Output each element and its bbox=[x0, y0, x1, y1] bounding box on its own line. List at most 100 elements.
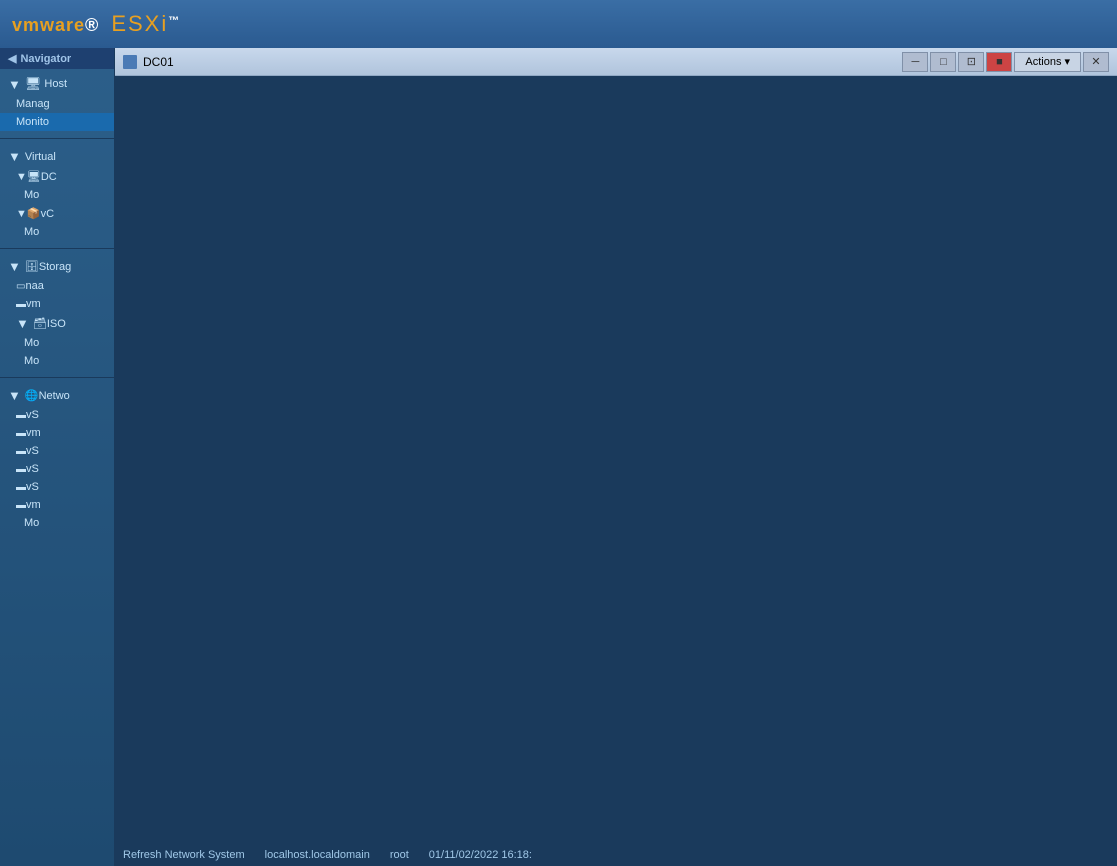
sidebar-item-vm-net2[interactable]: ▬ vm bbox=[0, 496, 114, 514]
dc-label: DC bbox=[41, 171, 57, 183]
sidebar-item-vc[interactable]: ▼ 📦 vC bbox=[0, 204, 114, 223]
status-host: localhost.localdomain bbox=[265, 849, 370, 861]
dc-icon: 🖥 bbox=[27, 170, 41, 183]
network-icon: 🌐 bbox=[25, 389, 39, 402]
sidebar-sep-2 bbox=[0, 248, 114, 249]
sidebar-item-vs1[interactable]: ▬ vS bbox=[0, 406, 114, 424]
monitor-label: Monito bbox=[16, 116, 49, 128]
vm-storage-icon: ▬ bbox=[16, 299, 26, 310]
sidebar-item-vc-mo[interactable]: Mo bbox=[0, 223, 114, 241]
iso-mo2-label: Mo bbox=[24, 355, 39, 367]
sidebar-item-storage[interactable]: ▼ 🗄 Storag bbox=[0, 256, 114, 277]
network-expand-icon: ▼ bbox=[8, 388, 21, 403]
vm-actions-button[interactable]: Actions ▾ bbox=[1014, 52, 1081, 72]
storage-expand-icon: ▼ bbox=[8, 259, 21, 274]
vm-net-label: vm bbox=[26, 427, 41, 439]
sidebar-sep-1 bbox=[0, 138, 114, 139]
vm-title-controls: ─ □ ⊡ ■ Actions ▾ ✕ bbox=[902, 52, 1109, 72]
vm-top-icon bbox=[123, 55, 137, 69]
sidebar-section-storage: ▼ 🗄 Storag ▭ naa ▬ vm ▼ 🗃 ISO Mo Mo bbox=[0, 252, 114, 374]
vm-btn-close-red[interactable]: ■ bbox=[986, 52, 1012, 72]
sidebar-item-iso-mo1[interactable]: Mo bbox=[0, 334, 114, 352]
sidebar-item-vm-net[interactable]: ▬ vm bbox=[0, 424, 114, 442]
vc-expand-icon: ▼ bbox=[16, 208, 27, 220]
sidebar-item-vs4[interactable]: ▬ vS bbox=[0, 478, 114, 496]
sidebar: ◀ Navigator ▼ 🖥 Host Manag Monito ▼ Virt… bbox=[0, 48, 115, 866]
nav-title: Navigator bbox=[20, 53, 71, 65]
sidebar-item-manage[interactable]: Manag bbox=[0, 95, 114, 113]
dc-mo-label: Mo bbox=[24, 189, 39, 201]
vs2-icon: ▬ bbox=[16, 446, 26, 457]
nav-header: ◀ Navigator bbox=[0, 48, 114, 69]
virtual-label: Virtual bbox=[25, 151, 56, 163]
vm-net2-label: vm bbox=[26, 499, 41, 511]
status-refresh[interactable]: Refresh Network System bbox=[123, 849, 245, 861]
sidebar-item-host[interactable]: ▼ 🖥 Host bbox=[0, 73, 114, 95]
vm-btn-restore[interactable]: □ bbox=[930, 52, 956, 72]
iso-mo1-label: Mo bbox=[24, 337, 39, 349]
actions-chevron: ▾ bbox=[1064, 55, 1070, 68]
vs1-icon: ▬ bbox=[16, 410, 26, 421]
host-label-status: localhost.localdomain bbox=[265, 849, 370, 861]
storage-label: Storag bbox=[39, 261, 71, 273]
esxi-logo: vmware® ESXi™ bbox=[12, 11, 180, 37]
sidebar-item-naa[interactable]: ▭ naa bbox=[0, 277, 114, 295]
virtual-expand-icon: ▼ bbox=[8, 149, 21, 164]
main-area: ◀ Navigator ▼ 🖥 Host Manag Monito ▼ Virt… bbox=[0, 48, 1117, 866]
naa-label: naa bbox=[25, 280, 43, 292]
status-user: root bbox=[390, 849, 409, 861]
sidebar-item-iso-mo2[interactable]: Mo bbox=[0, 352, 114, 370]
storage-icon: 🗄 bbox=[25, 260, 39, 273]
sidebar-section-network: ▼ 🌐 Netwo ▬ vS ▬ vm ▬ vS ▬ vS ▬ bbox=[0, 381, 114, 536]
vs1-label: vS bbox=[26, 409, 39, 421]
esxi-brand: ESXi bbox=[111, 11, 168, 36]
sidebar-item-dc[interactable]: ▼ 🖥 DC bbox=[0, 167, 114, 186]
vm-title: DC01 bbox=[143, 55, 902, 69]
vs3-label: vS bbox=[26, 463, 39, 475]
iso-label: ISO bbox=[47, 318, 66, 330]
user-label: root bbox=[390, 849, 409, 861]
dc-expand-icon: ▼ bbox=[16, 171, 27, 183]
vs4-label: vS bbox=[26, 481, 39, 493]
vm-btn-minimize[interactable]: ─ bbox=[902, 52, 928, 72]
nav-arrow: ◀ bbox=[8, 52, 16, 65]
network-label: Netwo bbox=[39, 390, 70, 402]
sidebar-item-vm-storage[interactable]: ▬ vm bbox=[0, 295, 114, 313]
vm-titlebar: DC01 ─ □ ⊡ ■ Actions ▾ ✕ bbox=[115, 48, 1117, 76]
sidebar-item-dc-mo[interactable]: Mo bbox=[0, 186, 114, 204]
iso-expand-icon: ▼ bbox=[16, 316, 29, 331]
host-icon: 🖥 bbox=[25, 76, 42, 92]
sidebar-item-vs3[interactable]: ▬ vS bbox=[0, 460, 114, 478]
sidebar-item-network[interactable]: ▼ 🌐 Netwo bbox=[0, 385, 114, 406]
iso-icon: 🗃 bbox=[33, 317, 47, 330]
sidebar-sep-3 bbox=[0, 377, 114, 378]
datetime-label: 01/11/02/2022 16:18: bbox=[429, 849, 532, 861]
sidebar-item-net-mo[interactable]: Mo bbox=[0, 514, 114, 532]
refresh-label: Refresh Network System bbox=[123, 849, 245, 861]
naa-icon: ▭ bbox=[16, 281, 25, 292]
vs3-icon: ▬ bbox=[16, 464, 26, 475]
vc-icon: 📦 bbox=[27, 207, 41, 220]
actions-label: Actions bbox=[1025, 56, 1061, 68]
vc-mo-label: Mo bbox=[24, 226, 39, 238]
esxi-topbar: vmware® ESXi™ bbox=[0, 0, 1117, 48]
vm-btn-x[interactable]: ✕ bbox=[1083, 52, 1109, 72]
vm-logo: vm bbox=[12, 15, 40, 35]
host-expand-icon: ▼ bbox=[8, 77, 21, 92]
vm-statusbar: Refresh Network System localhost.localdo… bbox=[115, 844, 1117, 866]
sidebar-item-monitor[interactable]: Monito bbox=[0, 113, 114, 131]
vs2-label: vS bbox=[26, 445, 39, 457]
sidebar-item-iso[interactable]: ▼ 🗃 ISO bbox=[0, 313, 114, 334]
vm-net-icon: ▬ bbox=[16, 428, 26, 439]
host-label: Host bbox=[44, 78, 67, 90]
manage-label: Manag bbox=[16, 98, 50, 110]
sidebar-section-virtual: ▼ Virtual ▼ 🖥 DC Mo ▼ 📦 vC Mo bbox=[0, 142, 114, 245]
sidebar-section-host: ▼ 🖥 Host Manag Monito bbox=[0, 69, 114, 135]
sidebar-item-virtual[interactable]: ▼ Virtual bbox=[0, 146, 114, 167]
vs4-icon: ▬ bbox=[16, 482, 26, 493]
main-content: DC01 ─ □ ⊡ ■ Actions ▾ ✕ bbox=[115, 48, 1117, 866]
vm-storage-label: vm bbox=[26, 298, 41, 310]
sidebar-item-vs2[interactable]: ▬ vS bbox=[0, 442, 114, 460]
vm-btn-restore2[interactable]: ⊡ bbox=[958, 52, 984, 72]
status-datetime: 01/11/02/2022 16:18: bbox=[429, 849, 532, 861]
